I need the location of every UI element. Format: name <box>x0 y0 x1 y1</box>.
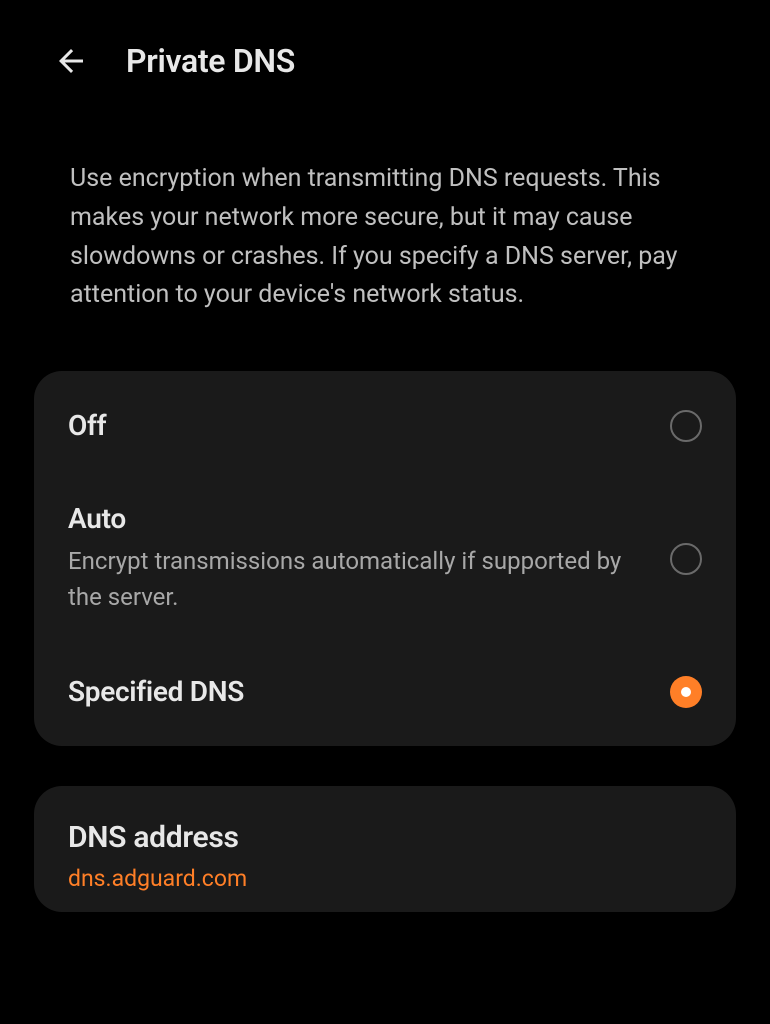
option-auto-subtitle: Encrypt transmissions automatically if s… <box>68 543 650 615</box>
dns-address-value: dns.adguard.com <box>68 865 702 892</box>
option-off[interactable]: Off <box>34 379 736 472</box>
dns-address-label: DNS address <box>68 820 702 855</box>
description-text: Use encryption when transmitting DNS req… <box>0 110 770 345</box>
header: Private DNS <box>0 0 770 110</box>
radio-auto-icon <box>670 543 702 575</box>
radio-off-icon <box>670 410 702 442</box>
dns-options-card: Off Auto Encrypt transmissions automatic… <box>34 371 736 746</box>
option-specified[interactable]: Specified DNS <box>34 645 736 738</box>
page-title: Private DNS <box>126 42 295 80</box>
radio-specified-icon <box>670 676 702 708</box>
dns-address-card[interactable]: DNS address dns.adguard.com <box>34 786 736 912</box>
option-auto[interactable]: Auto Encrypt transmissions automatically… <box>34 472 736 645</box>
option-auto-title: Auto <box>68 502 650 535</box>
back-arrow-icon[interactable] <box>50 40 92 82</box>
option-off-title: Off <box>68 409 650 442</box>
option-specified-title: Specified DNS <box>68 675 650 708</box>
